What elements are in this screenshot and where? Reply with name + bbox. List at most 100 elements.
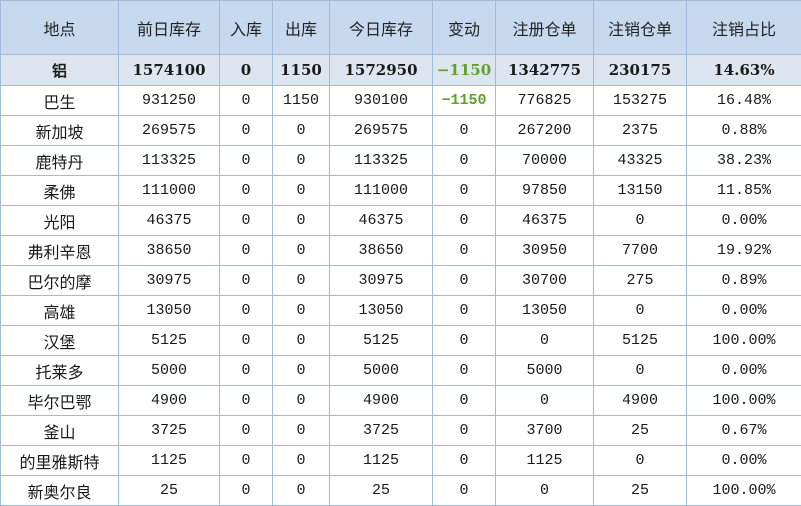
cell-today-stock: 3725 xyxy=(330,416,433,446)
cell-in: 0 xyxy=(220,386,273,416)
cell-cancel-ratio: 0.88% xyxy=(687,116,801,146)
table-row: 新奥尔良2500250025100.00% xyxy=(1,476,801,506)
cell-change: 0 xyxy=(433,416,496,446)
cell-cancelled: 0 xyxy=(594,296,687,326)
cell-today-stock: 46375 xyxy=(330,206,433,236)
cell-prev-stock: 25 xyxy=(119,476,220,506)
cell-prev-stock: 5125 xyxy=(119,326,220,356)
cell-in: 0 xyxy=(220,446,273,476)
table-row: 托莱多50000050000500000.00% xyxy=(1,356,801,386)
cell-cancelled: 5125 xyxy=(594,326,687,356)
cell-registered: 0 xyxy=(496,386,594,416)
header-today-stock: 今日库存 xyxy=(330,1,433,55)
cell-out: 0 xyxy=(273,446,330,476)
cell-cancel-ratio: 100.00% xyxy=(687,476,801,506)
cell-cancelled: 2375 xyxy=(594,116,687,146)
cell-in: 0 xyxy=(220,356,273,386)
table-row: 高雄13050001305001305000.00% xyxy=(1,296,801,326)
cell-location: 巴生 xyxy=(1,86,119,116)
cell-cancel-ratio: 16.48% xyxy=(687,86,801,116)
cell-today-stock: 30975 xyxy=(330,266,433,296)
cell-out: 1150 xyxy=(273,86,330,116)
cell-registered: 1125 xyxy=(496,446,594,476)
cell-cancelled: 275 xyxy=(594,266,687,296)
cell-prev-stock: 931250 xyxy=(119,86,220,116)
cell-today-stock: 38650 xyxy=(330,236,433,266)
cell-change: 0 xyxy=(433,476,496,506)
cell-cancelled: 25 xyxy=(594,476,687,506)
cell-in: 0 xyxy=(220,206,273,236)
cell-prev-stock: 269575 xyxy=(119,116,220,146)
total-in: 0 xyxy=(220,55,273,86)
cell-location: 釜山 xyxy=(1,416,119,446)
cell-out: 0 xyxy=(273,416,330,446)
cell-location: 光阳 xyxy=(1,206,119,236)
cell-registered: 30700 xyxy=(496,266,594,296)
cell-cancelled: 43325 xyxy=(594,146,687,176)
cell-cancelled: 25 xyxy=(594,416,687,446)
table-row: 鹿特丹113325001133250700004332538.23% xyxy=(1,146,801,176)
table-row: 釜山372500372503700250.67% xyxy=(1,416,801,446)
cell-in: 0 xyxy=(220,296,273,326)
cell-location: 弗利辛恩 xyxy=(1,236,119,266)
cell-prev-stock: 30975 xyxy=(119,266,220,296)
header-registered: 注册仓单 xyxy=(496,1,594,55)
cell-out: 0 xyxy=(273,266,330,296)
table-row: 巴生93125001150930100−115077682515327516.4… xyxy=(1,86,801,116)
cell-registered: 267200 xyxy=(496,116,594,146)
cell-cancel-ratio: 0.89% xyxy=(687,266,801,296)
header-cancel-ratio: 注销占比 xyxy=(687,1,801,55)
cell-out: 0 xyxy=(273,386,330,416)
cell-registered: 70000 xyxy=(496,146,594,176)
cell-cancelled: 0 xyxy=(594,446,687,476)
cell-prev-stock: 13050 xyxy=(119,296,220,326)
cell-today-stock: 25 xyxy=(330,476,433,506)
cell-cancelled: 4900 xyxy=(594,386,687,416)
cell-registered: 0 xyxy=(496,476,594,506)
cell-in: 0 xyxy=(220,236,273,266)
cell-in: 0 xyxy=(220,326,273,356)
cell-out: 0 xyxy=(273,146,330,176)
cell-change: 0 xyxy=(433,176,496,206)
cell-prev-stock: 46375 xyxy=(119,206,220,236)
header-prev-stock: 前日库存 xyxy=(119,1,220,55)
cell-cancelled: 7700 xyxy=(594,236,687,266)
cell-cancelled: 0 xyxy=(594,356,687,386)
cell-out: 0 xyxy=(273,206,330,236)
cell-prev-stock: 38650 xyxy=(119,236,220,266)
cell-prev-stock: 1125 xyxy=(119,446,220,476)
cell-cancelled: 13150 xyxy=(594,176,687,206)
warehouse-inventory-table: 地点 前日库存 入库 出库 今日库存 变动 注册仓单 注销仓单 注销占比 铝 1… xyxy=(0,0,801,506)
header-in: 入库 xyxy=(220,1,273,55)
cell-today-stock: 5125 xyxy=(330,326,433,356)
cell-cancelled: 153275 xyxy=(594,86,687,116)
cell-location: 柔佛 xyxy=(1,176,119,206)
cell-location: 高雄 xyxy=(1,296,119,326)
cell-location: 巴尔的摩 xyxy=(1,266,119,296)
cell-out: 0 xyxy=(273,236,330,266)
cell-change: 0 xyxy=(433,386,496,416)
header-cancelled: 注销仓单 xyxy=(594,1,687,55)
table-row: 新加坡26957500269575026720023750.88% xyxy=(1,116,801,146)
total-cancel-ratio: 14.63% xyxy=(687,55,801,86)
cell-out: 0 xyxy=(273,116,330,146)
cell-cancelled: 0 xyxy=(594,206,687,236)
cell-in: 0 xyxy=(220,176,273,206)
cell-cancel-ratio: 0.00% xyxy=(687,206,801,236)
table-row: 毕尔巴鄂4900004900004900100.00% xyxy=(1,386,801,416)
table-row: 汉堡5125005125005125100.00% xyxy=(1,326,801,356)
cell-in: 0 xyxy=(220,416,273,446)
cell-location: 新加坡 xyxy=(1,116,119,146)
cell-cancel-ratio: 38.23% xyxy=(687,146,801,176)
cell-today-stock: 13050 xyxy=(330,296,433,326)
cell-change: 0 xyxy=(433,116,496,146)
cell-location: 托莱多 xyxy=(1,356,119,386)
cell-location: 毕尔巴鄂 xyxy=(1,386,119,416)
table-row: 光阳46375004637504637500.00% xyxy=(1,206,801,236)
cell-registered: 5000 xyxy=(496,356,594,386)
cell-change: 0 xyxy=(433,266,496,296)
cell-change: 0 xyxy=(433,356,496,386)
header-out: 出库 xyxy=(273,1,330,55)
table-row: 的里雅斯特11250011250112500.00% xyxy=(1,446,801,476)
cell-registered: 13050 xyxy=(496,296,594,326)
